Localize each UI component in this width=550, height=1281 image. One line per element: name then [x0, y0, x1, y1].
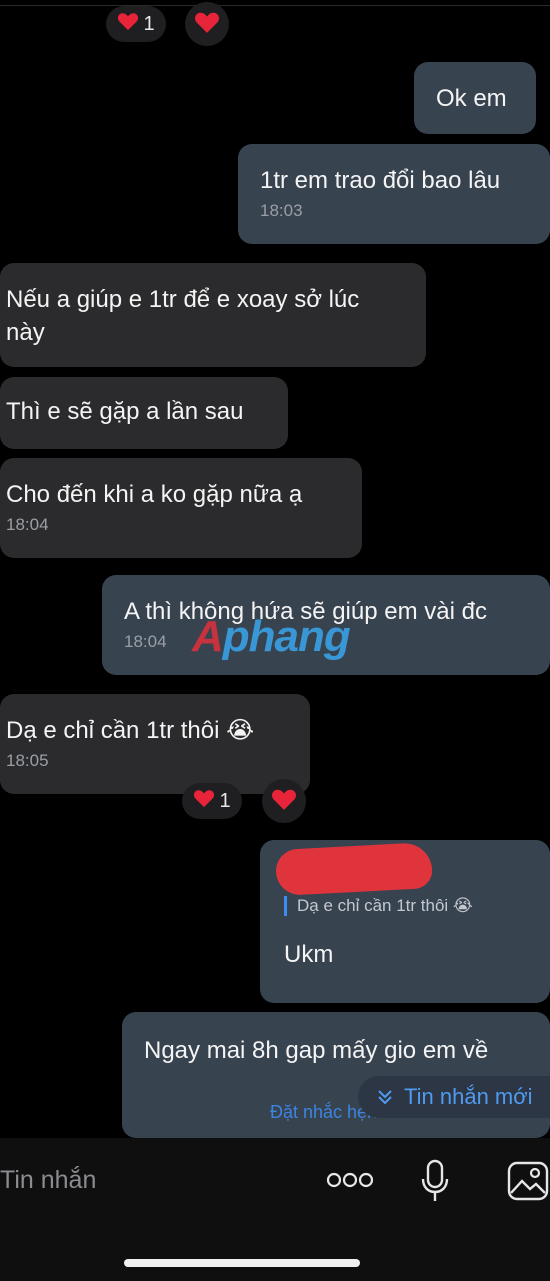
home-indicator[interactable]	[124, 1259, 360, 1267]
watermark-logo: Aphang	[192, 612, 351, 661]
message-text: 1tr em trao đổi bao lâu	[260, 167, 501, 194]
microphone-icon[interactable]	[418, 1158, 452, 1204]
heart-icon	[117, 11, 139, 37]
heart-icon	[271, 787, 297, 816]
message-time: 18:04	[6, 515, 49, 534]
message-bubble-incoming[interactable]: Cho đến khi a ko gặp nữa ạ 18:04	[0, 458, 362, 558]
more-icon[interactable]	[324, 1166, 376, 1194]
message-bubble-incoming[interactable]: Nếu a giúp e 1tr để e xoay sở lúc này	[0, 263, 426, 367]
reaction-count-pill[interactable]: 1	[182, 783, 242, 819]
new-messages-label: Tin nhắn mới	[404, 1084, 533, 1109]
message-input[interactable]: Tin nhắn	[0, 1166, 96, 1195]
message-text: Thì e sẽ gặp a lần sau	[6, 398, 244, 425]
heart-icon	[193, 788, 215, 814]
redaction-mark	[274, 841, 434, 897]
message-text: Nếu a giúp e 1tr để e xoay sở lúc này	[6, 286, 360, 346]
message-text: Ukm	[284, 941, 334, 968]
reaction-button[interactable]	[185, 2, 229, 46]
image-icon[interactable]	[506, 1160, 550, 1202]
message-bubble-outgoing[interactable]: Ok em	[414, 62, 536, 134]
reaction-count-pill[interactable]: 1	[106, 6, 166, 42]
message-time: 18:03	[260, 201, 303, 220]
reaction-count: 1	[219, 789, 231, 812]
message-bubble-outgoing[interactable]: 1tr em trao đổi bao lâu 18:03	[238, 144, 550, 244]
message-bubble-incoming[interactable]: Dạ e chỉ cần 1tr thôi 😭 18:05	[0, 694, 310, 794]
chevron-down-icon	[376, 1088, 394, 1106]
message-text: Ok em	[436, 85, 507, 112]
message-text: Cho đến khi a ko gặp nữa ạ	[6, 481, 303, 508]
reaction-count: 1	[143, 12, 155, 35]
message-text: Ngay mai 8h gap mấy gio em về	[144, 1037, 489, 1064]
message-text: Dạ e chỉ cần 1tr thôi 😭	[6, 717, 255, 744]
message-bubble-incoming[interactable]: Thì e sẽ gặp a lần sau	[0, 377, 288, 449]
top-divider	[0, 0, 550, 6]
reply-quote[interactable]: Dạ e chỉ cần 1tr thôi 😭	[284, 896, 550, 916]
new-messages-button[interactable]: Tin nhắn mới	[358, 1076, 550, 1118]
message-time: 18:05	[6, 751, 49, 770]
heart-icon	[194, 10, 220, 39]
reaction-button[interactable]	[262, 779, 306, 823]
